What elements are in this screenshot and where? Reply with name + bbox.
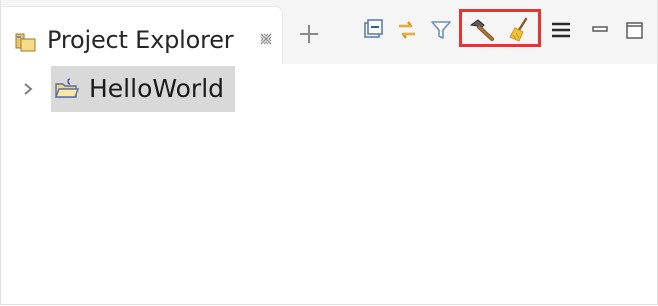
tree-item-helloworld[interactable]: HelloWorld	[1, 66, 261, 112]
close-view-icon[interactable]	[258, 31, 274, 47]
view-menu-icon[interactable]	[549, 17, 573, 43]
project-explorer-icon	[15, 33, 36, 52]
tree-item-label: HelloWorld	[89, 74, 225, 103]
minimize-icon[interactable]	[589, 17, 613, 43]
chevron-right-icon[interactable]	[21, 80, 35, 98]
highlight-box	[459, 9, 541, 47]
view-header: Project Explorer	[1, 0, 657, 64]
tab-project-explorer[interactable]: Project Explorer	[1, 6, 283, 64]
filter-icon[interactable]	[429, 17, 453, 43]
maximize-icon[interactable]	[623, 17, 647, 43]
tab-title: Project Explorer	[47, 26, 234, 54]
new-view-plus-icon[interactable]	[297, 22, 321, 46]
project-explorer-view: Project Explorer HelloWorld	[0, 0, 658, 305]
collapse-all-icon[interactable]	[361, 17, 385, 43]
java-project-folder-icon	[54, 78, 80, 98]
link-with-editor-icon[interactable]	[395, 17, 419, 43]
